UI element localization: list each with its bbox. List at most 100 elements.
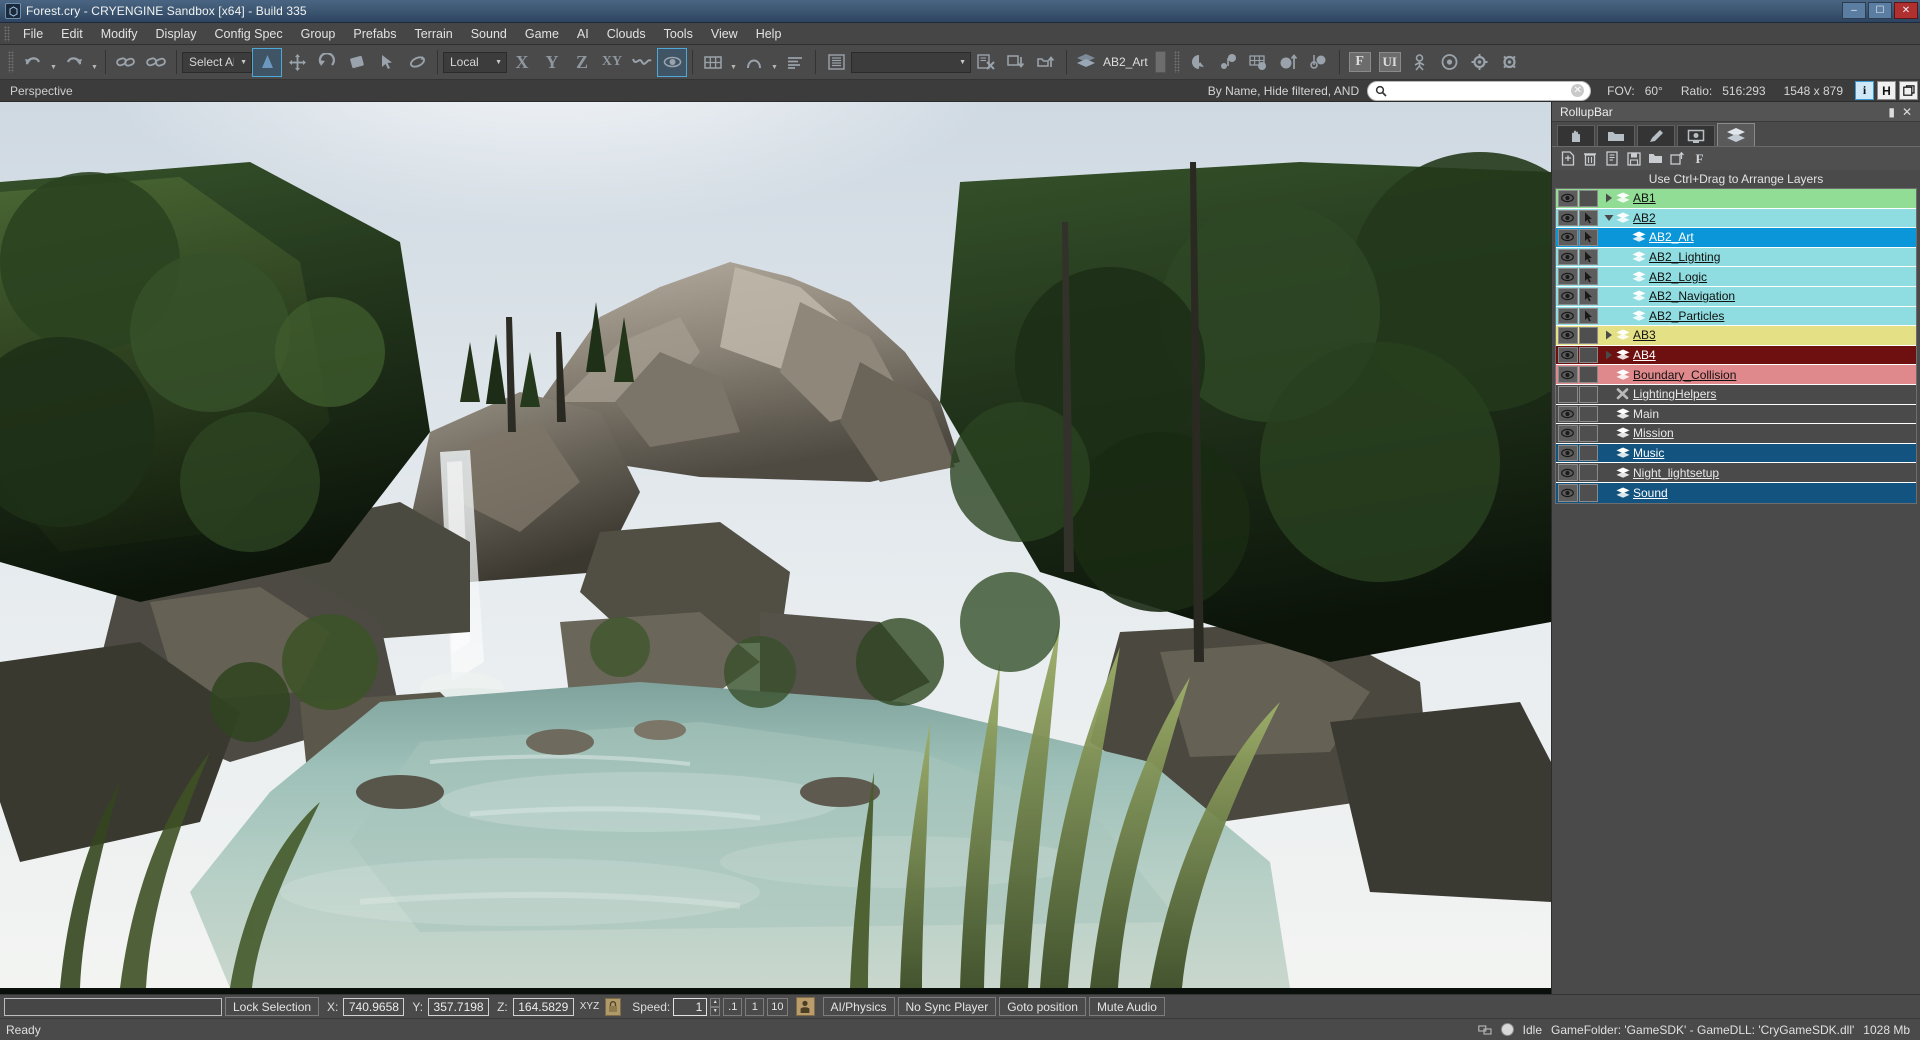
layer-selectable-toggle[interactable] [1579, 268, 1599, 285]
speed-down-icon[interactable]: ▼ [710, 1007, 720, 1016]
import-object-icon[interactable] [1001, 48, 1031, 77]
no-sync-player-button[interactable]: No Sync Player [898, 997, 997, 1016]
layer-selectable-toggle[interactable] [1579, 327, 1599, 344]
layer-selectable-toggle[interactable] [1579, 464, 1599, 481]
cryengine-logo-icon[interactable] [5, 3, 21, 19]
layer-row[interactable]: AB4 [1556, 346, 1916, 366]
speed-up-icon[interactable]: ▲ [710, 998, 720, 1007]
layer-visibility-toggle[interactable] [1558, 366, 1578, 383]
layer-visibility-toggle[interactable] [1558, 386, 1578, 403]
layer-visibility-toggle[interactable] [1558, 406, 1578, 423]
magnet-dropdown-icon[interactable]: ▼ [769, 48, 780, 76]
z-field[interactable]: 164.5829 [513, 998, 574, 1016]
layer-row-body[interactable]: Mission [1600, 424, 1916, 443]
layer-visibility-toggle[interactable] [1558, 268, 1578, 285]
layer-selectable-toggle[interactable] [1579, 484, 1599, 502]
layer-selectable-toggle[interactable] [1579, 406, 1599, 423]
layer-row-body[interactable]: Music [1600, 444, 1916, 463]
constrain-y-button[interactable]: Y [537, 48, 567, 77]
speed-stepper[interactable]: ▲▼ [710, 998, 720, 1016]
fullscreen-toggle-button[interactable] [1899, 81, 1918, 100]
info-toggle-button[interactable]: i [1855, 81, 1874, 100]
ratio-value[interactable]: 516:293 [1722, 84, 1765, 98]
resolution-value[interactable]: 1548 x 879 [1784, 84, 1843, 98]
fov-value[interactable]: 60° [1645, 84, 1663, 98]
gear-settings-icon[interactable] [1495, 48, 1525, 77]
expand-triangle-icon[interactable] [1602, 330, 1615, 340]
layer-selectable-toggle[interactable] [1579, 249, 1599, 266]
goto-selection-icon[interactable] [780, 48, 810, 77]
layer-row-body[interactable]: AB2 [1600, 209, 1916, 228]
undo-icon[interactable] [18, 48, 48, 77]
maximize-button[interactable]: ☐ [1868, 2, 1892, 19]
rotate-icon[interactable] [312, 48, 342, 77]
layer-row-body[interactable]: Night_lightsetup [1600, 463, 1916, 482]
layer-row[interactable]: AB2_Logic [1556, 267, 1916, 287]
layer-row[interactable]: AB2_Lighting [1556, 248, 1916, 268]
layer-row-body[interactable]: AB4 [1600, 346, 1916, 365]
speed-preset-point1[interactable]: .1 [723, 998, 742, 1016]
layer-row[interactable]: Music [1556, 444, 1916, 464]
export-object-icon[interactable] [1031, 48, 1061, 77]
snap-grid-dropdown-icon[interactable]: ▼ [728, 48, 739, 76]
layer-selectable-toggle[interactable] [1579, 425, 1599, 442]
goto-position-button[interactable]: Goto position [999, 997, 1086, 1016]
trash-icon[interactable] [1580, 149, 1599, 168]
layer-visibility-toggle[interactable] [1558, 308, 1578, 325]
search-box[interactable]: ✕ [1367, 81, 1591, 101]
folder-open-icon[interactable] [1646, 149, 1665, 168]
layer-row[interactable]: AB1 [1556, 189, 1916, 209]
layer-row[interactable]: AB3 [1556, 326, 1916, 346]
vertex-snap-icon[interactable] [402, 48, 432, 77]
delete-list-icon[interactable] [971, 48, 1001, 77]
snap-angle-icon[interactable] [657, 48, 687, 77]
magnet-icon[interactable] [739, 48, 769, 77]
close-icon[interactable]: ✕ [1902, 106, 1912, 118]
expand-triangle-icon[interactable] [1602, 193, 1615, 203]
ai-physics-icon[interactable] [796, 997, 815, 1016]
speed-preset-1[interactable]: 1 [745, 998, 764, 1016]
menu-sound[interactable]: Sound [462, 24, 516, 44]
scale-icon[interactable] [342, 48, 372, 77]
menu-modify[interactable]: Modify [92, 24, 147, 44]
toolbar-grip-1[interactable] [8, 51, 14, 73]
menu-grip[interactable] [4, 26, 10, 42]
menu-game[interactable]: Game [516, 24, 568, 44]
layer-visibility-toggle[interactable] [1558, 190, 1578, 207]
helpers-toggle-button[interactable]: H [1877, 81, 1896, 100]
layer-row[interactable]: AB2_Art [1556, 228, 1916, 248]
move-icon[interactable] [282, 48, 312, 77]
link-icon[interactable] [111, 48, 141, 77]
undo-dropdown-icon[interactable]: ▼ [48, 48, 59, 76]
layer-visibility-toggle[interactable] [1558, 288, 1578, 305]
select-mode-combo[interactable]: Select All ▼ [182, 52, 252, 73]
redo-dropdown-icon[interactable]: ▼ [89, 48, 100, 76]
layer-row[interactable]: Sound [1556, 483, 1916, 503]
rollup-tab-objects[interactable] [1557, 125, 1595, 146]
rollup-tab-layers[interactable] [1717, 123, 1755, 146]
collapse-triangle-icon[interactable] [1602, 214, 1615, 222]
layer-row-body[interactable]: AB2_Art [1600, 228, 1916, 247]
constrain-z-button[interactable]: Z [567, 48, 597, 77]
rollup-tab-display[interactable] [1677, 125, 1715, 146]
layer-row-body[interactable]: AB2_Particles [1600, 307, 1916, 326]
constrain-x-button[interactable]: X [507, 48, 537, 77]
minimize-button[interactable]: – [1842, 2, 1866, 19]
object-list-icon[interactable] [821, 48, 851, 77]
layer-row-body[interactable]: AB2_Logic [1600, 267, 1916, 286]
perspective-viewport[interactable] [0, 102, 1551, 994]
menu-tools[interactable]: Tools [655, 24, 702, 44]
export-layer-icon[interactable] [1668, 149, 1687, 168]
layer-row[interactable]: Main [1556, 405, 1916, 425]
particle-icon[interactable] [1214, 48, 1244, 77]
menu-clouds[interactable]: Clouds [598, 24, 655, 44]
freeze-layer-icon[interactable]: F [1690, 149, 1709, 168]
unlink-icon[interactable] [141, 48, 171, 77]
menu-file[interactable]: File [14, 24, 52, 44]
menu-ai[interactable]: AI [568, 24, 598, 44]
ui-editor-icon[interactable]: UI [1375, 48, 1405, 77]
toolbar-grip-2[interactable] [1174, 51, 1180, 73]
layer-row[interactable]: LightingHelpers [1556, 385, 1916, 405]
layer-list[interactable]: AB1AB2AB2_ArtAB2_LightingAB2_LogicAB2_Na… [1552, 188, 1920, 994]
save-icon[interactable] [1624, 149, 1643, 168]
